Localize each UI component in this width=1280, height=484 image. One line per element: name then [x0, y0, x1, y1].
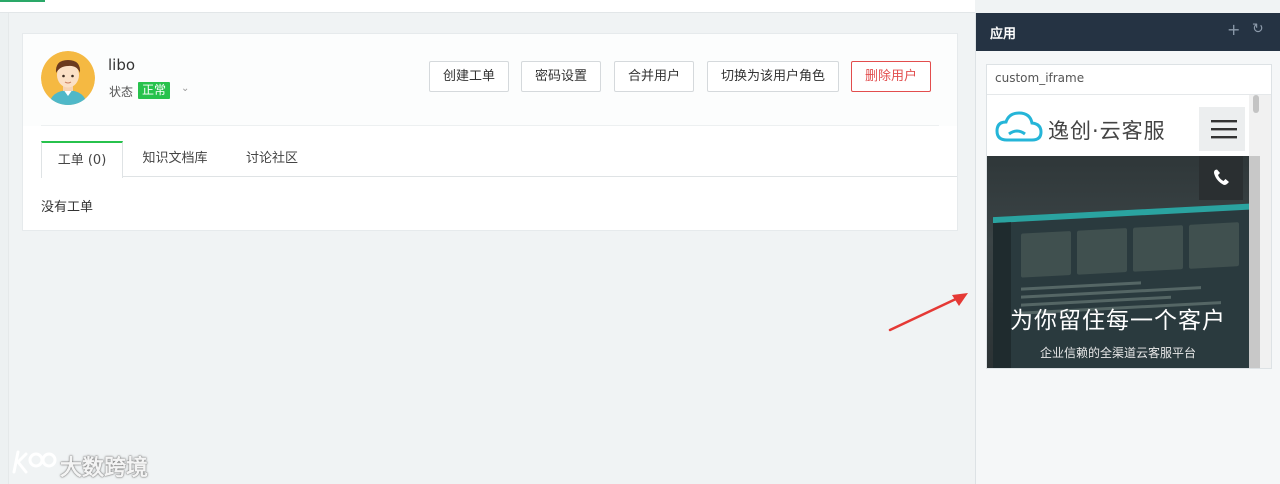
hero-subtitle: 企业信赖的全渠道云客服平台: [1039, 346, 1196, 360]
avatar: [41, 51, 95, 105]
apps-panel-header: 应用 + ↻: [976, 13, 1280, 51]
tab-community[interactable]: 讨论社区: [231, 141, 313, 177]
top-bar: [0, 0, 975, 13]
hamburger-menu-icon[interactable]: [1199, 107, 1245, 151]
brand-name: 逸创·云客服: [1048, 119, 1166, 143]
delete-user-button[interactable]: 删除用户: [851, 61, 931, 92]
watermark-text: 大数跨境: [60, 456, 149, 481]
merge-user-button[interactable]: 合并用户: [614, 61, 694, 92]
annotation-arrow-icon: [888, 293, 968, 332]
username: libo: [108, 56, 136, 74]
empty-state-text: 没有工单: [41, 200, 94, 215]
left-edge-strip: [0, 13, 9, 484]
cloud-logo-icon: [995, 111, 1043, 142]
plus-icon[interactable]: +: [1227, 20, 1240, 39]
app-widget: custom_iframe 逸创·云客服 为你留住每一个客户 企业信赖的全渠道云…: [986, 64, 1272, 369]
create-ticket-button[interactable]: 创建工单: [429, 61, 509, 92]
status-label: 状态: [109, 85, 134, 99]
switch-role-button[interactable]: 切换为该用户角色: [707, 61, 839, 92]
tab-tickets[interactable]: 工单 (0): [41, 141, 123, 178]
iframe-scrollbar-thumb-lower[interactable]: [1249, 156, 1260, 368]
tab-knowledge-base[interactable]: 知识文档库: [127, 141, 223, 177]
apps-panel-title: 应用: [990, 27, 1017, 42]
watermark-logo-icon: [12, 450, 57, 474]
embedded-iframe[interactable]: 逸创·云客服 为你留住每一个客户 企业信赖的全渠道云客服平台: [987, 94, 1271, 368]
user-profile-card: libo 状态 正常 ⌄ 创建工单 密码设置 合并用户 切换为该用户角色 删除用…: [22, 33, 958, 231]
status-badge: 正常: [138, 82, 171, 99]
iframe-navbar: 逸创·云客服: [987, 95, 1271, 156]
apps-panel: 应用 + ↻ custom_iframe 逸创·云客服 为你留住每一个客户 企业…: [975, 13, 1280, 484]
top-bar-accent: [0, 0, 45, 2]
refresh-icon[interactable]: ↻: [1252, 21, 1264, 37]
header-divider: [41, 125, 939, 126]
status-dropdown-caret-icon[interactable]: ⌄: [181, 83, 189, 94]
iframe-scrollbar-thumb[interactable]: [1253, 95, 1259, 113]
hero-title: 为你留住每一个客户: [1010, 308, 1226, 334]
phone-icon[interactable]: [1199, 156, 1243, 200]
app-name: custom_iframe: [995, 71, 1085, 85]
password-settings-button[interactable]: 密码设置: [521, 61, 601, 92]
